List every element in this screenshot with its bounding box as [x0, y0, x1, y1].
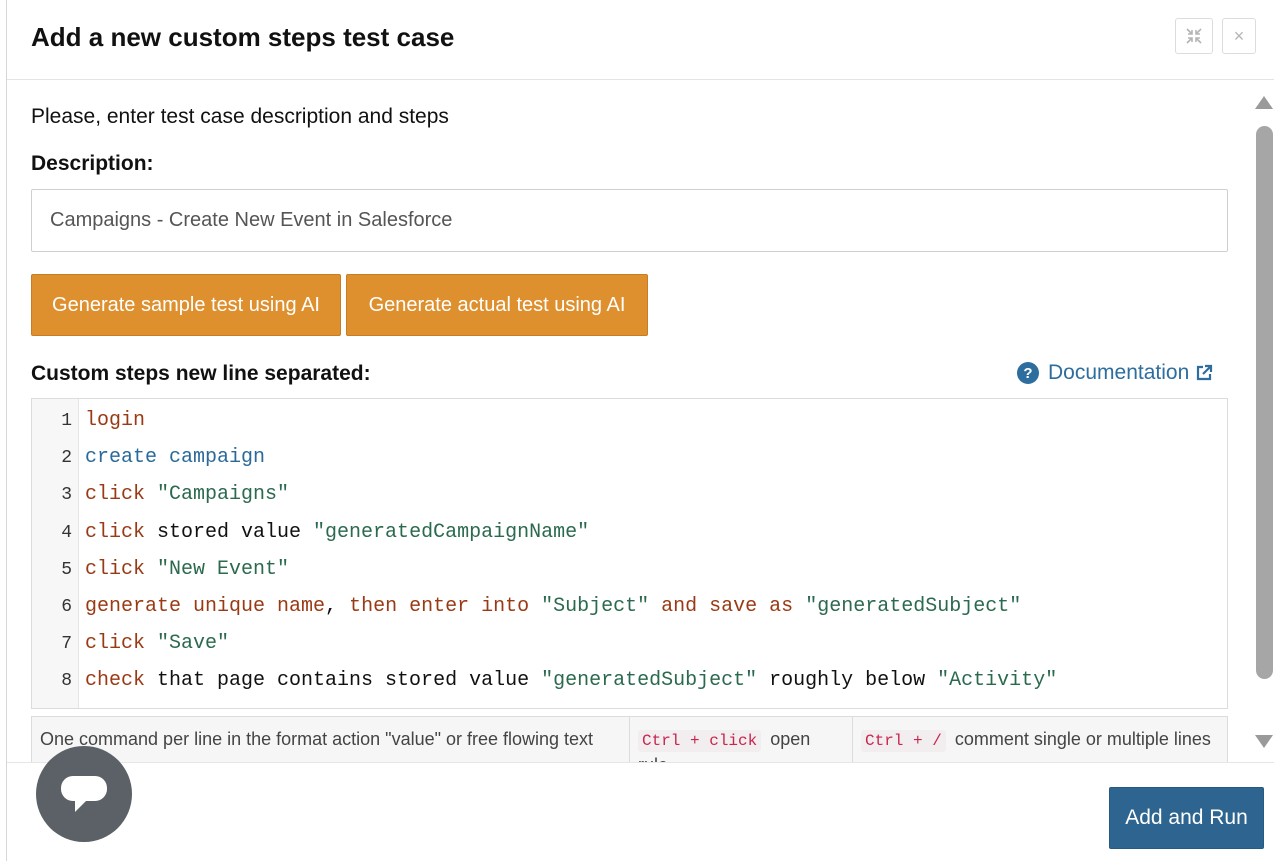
code-token: click — [85, 632, 146, 656]
line-number: 6 — [61, 597, 72, 617]
code-token: create campaign — [85, 446, 266, 470]
chat-launcher-button[interactable] — [36, 746, 132, 842]
code-token: "generatedSubject" — [805, 595, 1022, 618]
documentation-link[interactable]: ? Documentation — [1017, 361, 1214, 385]
code-token: click — [85, 520, 146, 544]
scroll-down-arrow-icon[interactable] — [1255, 735, 1273, 748]
code-token: "Subject" — [541, 595, 650, 618]
line-number: 3 — [61, 485, 72, 506]
code-text: click "Save" — [85, 629, 229, 659]
open-rule-hint: Ctrl + click open rule — [630, 717, 853, 762]
code-line: 6 generate unique name, then enter into "… — [32, 592, 1227, 622]
editor-hints-bar: One command per line in the format actio… — [31, 716, 1228, 762]
line-number: 5 — [61, 559, 72, 580]
generate-sample-test-button[interactable]: Generate sample test using AI — [31, 274, 341, 336]
line-number: 2 — [61, 448, 72, 469]
code-token: "Save" — [157, 632, 230, 656]
description-label: Description: — [31, 152, 154, 175]
code-text: login — [85, 406, 145, 436]
code-token: , — [325, 595, 350, 618]
line-number: 8 — [61, 671, 72, 692]
dialog-header: Add a new custom steps test case × — [7, 0, 1274, 80]
dialog-title: Add a new custom steps test case — [31, 22, 455, 52]
code-line: 8 check that page contains stored value "… — [32, 666, 1227, 696]
code-token: stored value — [145, 520, 314, 544]
close-button[interactable]: × — [1222, 18, 1256, 54]
dialog-body: Please, enter test case description and … — [7, 81, 1274, 763]
code-text: click stored value "generatedCampaignNam… — [85, 518, 589, 548]
comment-hint: Ctrl + / comment single or multiple line… — [853, 717, 1227, 762]
steps-code-editor[interactable]: 1 login 2 create campaign 3 click "Campaigns"… — [31, 398, 1228, 709]
code-text: generate unique name, then enter into "S… — [85, 592, 1021, 622]
code-token: "generatedSubject" — [541, 669, 758, 693]
ctrl-slash-kbd: Ctrl + / — [861, 730, 946, 752]
code-token: and save as — [661, 595, 794, 618]
code-text: check that page contains stored value "g… — [85, 666, 1057, 696]
code-token: generate unique name — [85, 595, 326, 618]
code-token: that page contains stored value — [145, 669, 542, 693]
line-number: 7 — [61, 634, 72, 655]
description-input[interactable] — [31, 189, 1228, 252]
format-hint: One command per line in the format actio… — [32, 717, 630, 762]
code-token: then enter into — [349, 595, 530, 618]
close-icon: × — [1233, 25, 1245, 46]
comment-text: comment single or multiple lines — [954, 729, 1211, 749]
code-token: roughly below — [757, 669, 938, 693]
code-token: "Campaigns" — [157, 483, 290, 507]
code-token: click — [85, 557, 146, 581]
collapse-arrows-icon — [1186, 28, 1202, 44]
minimize-button[interactable] — [1175, 18, 1213, 54]
code-token: "Activity" — [937, 669, 1058, 693]
help-icon: ? — [1017, 362, 1039, 384]
code-text: click "New Event" — [85, 555, 289, 585]
ctrl-click-kbd: Ctrl + click — [638, 730, 762, 752]
code-token: "generatedCampaignName" — [313, 520, 590, 544]
line-number: 4 — [61, 522, 72, 543]
documentation-label: Documentation — [1048, 361, 1190, 384]
code-token: click — [85, 483, 146, 507]
external-link-icon — [1197, 364, 1213, 381]
add-and-run-button[interactable]: Add and Run — [1109, 787, 1264, 849]
intro-text: Please, enter test case description and … — [31, 105, 449, 128]
code-line: 7 click "Save" — [32, 629, 1227, 659]
code-token: login — [85, 409, 146, 432]
code-line: 1 login — [32, 406, 1227, 436]
code-text: create campaign — [85, 443, 265, 473]
code-token: "New Event" — [157, 557, 290, 581]
code-line: 2 create campaign — [32, 443, 1227, 473]
chat-bubble-icon — [61, 776, 107, 812]
line-number: 1 — [61, 411, 72, 431]
add-test-case-dialog: Add a new custom steps test case × Pleas… — [6, 0, 1274, 861]
scrollbar-thumb[interactable] — [1256, 126, 1273, 679]
code-text: click "Campaigns" — [85, 480, 289, 510]
scroll-up-arrow-icon[interactable] — [1255, 96, 1273, 109]
code-line: 4 click stored value "generatedCampaignNa… — [32, 518, 1227, 548]
code-line: 5 click "New Event" — [32, 555, 1227, 585]
custom-steps-label: Custom steps new line separated: — [31, 362, 371, 385]
code-token: check — [85, 669, 146, 693]
code-line: 3 click "Campaigns" — [32, 480, 1227, 510]
generate-actual-test-button[interactable]: Generate actual test using AI — [346, 274, 648, 336]
